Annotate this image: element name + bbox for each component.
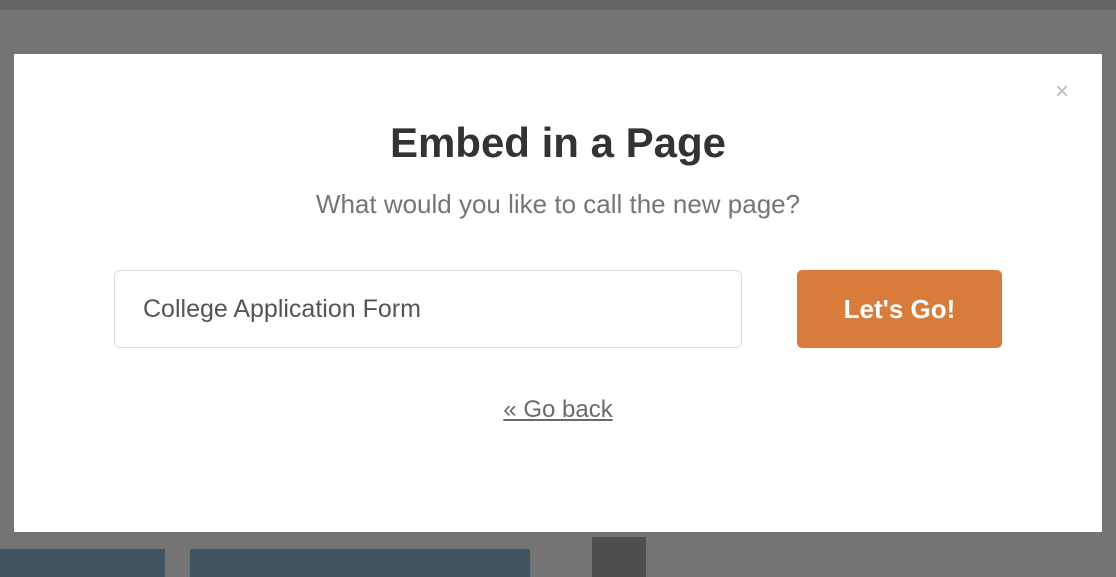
lets-go-button[interactable]: Let's Go! (797, 270, 1002, 348)
page-name-input[interactable] (114, 270, 742, 348)
input-row: Let's Go! (114, 270, 1002, 348)
go-back-link[interactable]: « Go back (503, 396, 612, 424)
close-icon: × (1055, 80, 1069, 104)
modal-title: Embed in a Page (114, 119, 1002, 167)
embed-page-modal: × Embed in a Page What would you like to… (14, 54, 1102, 532)
modal-content: Embed in a Page What would you like to c… (14, 54, 1102, 454)
close-button[interactable]: × (1052, 82, 1072, 102)
modal-subtitle: What would you like to call the new page… (114, 189, 1002, 220)
